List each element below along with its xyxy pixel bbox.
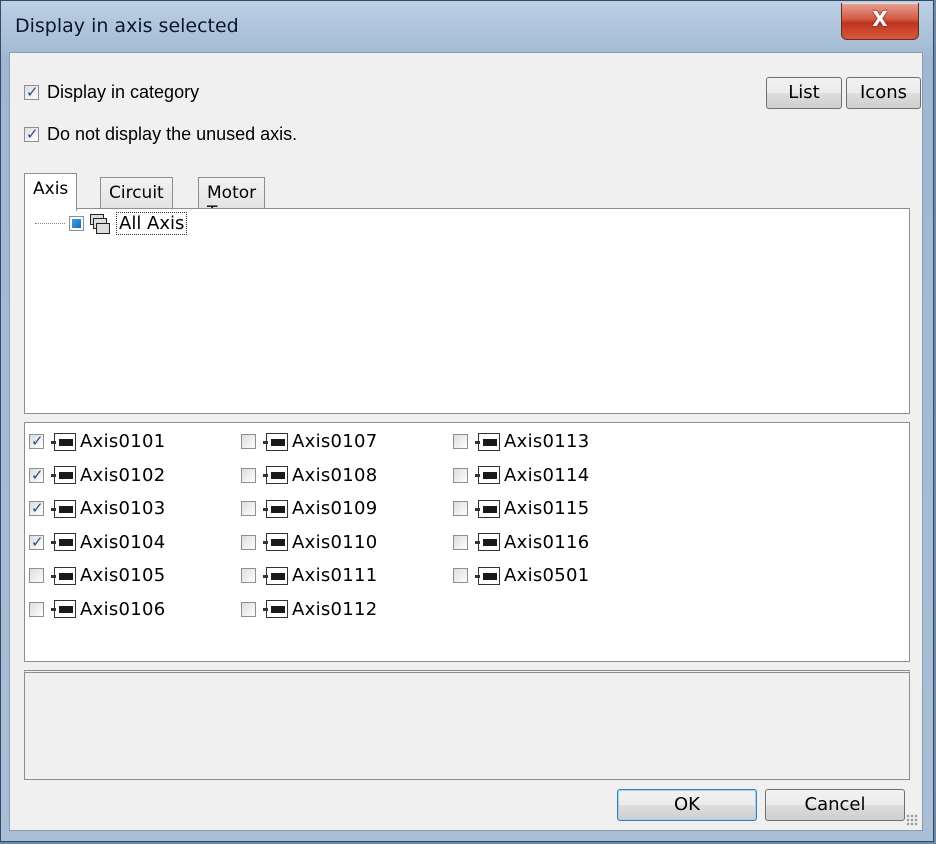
axis-item[interactable]: Axis0114 [453,465,590,486]
cancel-button[interactable]: Cancel [765,789,905,821]
axis-checkbox[interactable] [453,467,468,483]
axis-checkbox[interactable] [241,601,256,617]
axis-label: Axis0501 [504,565,590,586]
icons-view-button[interactable]: Icons [846,77,921,109]
title-bar[interactable]: Display in axis selected X [1,1,933,51]
motor-icon [51,432,76,451]
axis-label: Axis0105 [80,565,166,586]
axis-item[interactable]: Axis0103 [29,498,166,519]
axis-label: Axis0114 [504,464,590,486]
close-button[interactable]: X [841,3,919,40]
motor-icon [51,533,76,551]
axis-label: Axis0116 [504,531,590,553]
motor-icon [263,432,288,451]
display-in-category-option[interactable]: Display in category [24,82,199,103]
axis-checkbox[interactable] [241,568,256,583]
axis-checkbox[interactable] [453,501,468,516]
motor-icon [51,600,76,618]
detail-panel [24,670,910,780]
axis-label: Axis0104 [80,531,166,553]
axis-label: Axis0107 [292,431,378,452]
axis-checkbox[interactable] [453,434,468,449]
ok-button[interactable]: OK [617,789,757,821]
display-in-category-label: Display in category [47,82,200,102]
motor-icon [263,600,288,618]
axis-group-icon [90,213,110,234]
axis-label: Axis0115 [504,498,590,519]
tab-circuit[interactable]: Circuit [100,177,173,209]
resize-grip[interactable] [906,814,918,826]
display-in-category-checkbox[interactable] [24,83,39,101]
motor-icon [475,533,500,551]
axis-item[interactable]: Axis0107 [241,431,378,452]
axis-label: Axis0103 [80,498,166,519]
motor-icon [263,466,288,484]
axis-item[interactable]: Axis0111 [241,565,378,586]
axis-label: Axis0102 [80,464,166,486]
tree-connector [35,223,65,224]
motor-icon [475,432,500,451]
axis-checkbox[interactable] [241,534,256,550]
axis-item[interactable]: Axis0116 [453,532,590,553]
axis-item[interactable]: Axis0115 [453,498,590,519]
tree-node-all-axis[interactable]: All Axis [35,212,188,235]
axis-label: Axis0113 [504,431,590,452]
axis-checkbox[interactable] [29,432,44,450]
axis-tree[interactable]: All Axis [24,208,910,414]
axis-checkbox[interactable] [241,501,256,516]
close-icon: X [872,7,888,31]
hide-unused-axis-label: Do not display the unused axis. [47,124,298,144]
axis-checkbox[interactable] [29,466,44,484]
hide-unused-axis-checkbox[interactable] [24,125,39,143]
axis-item[interactable]: Axis0104 [29,532,166,553]
motor-icon [475,499,500,518]
axis-item[interactable]: Axis0113 [453,431,590,452]
axis-checkbox[interactable] [453,568,468,583]
axis-item[interactable]: Axis0101 [29,431,166,452]
axis-label: Axis0109 [292,498,378,519]
axis-checkbox[interactable] [29,499,44,517]
axis-item[interactable]: Axis0105 [29,565,166,586]
axis-checkbox[interactable] [453,534,468,550]
motor-icon [475,566,500,585]
axis-label: Axis0108 [292,464,378,486]
axis-item[interactable]: Axis0108 [241,465,378,486]
dialog-body: Display in category Do not display the u… [9,52,923,831]
axis-checklist: Axis0101 Axis0102 Axis0103 Axis0104 Axis0105… [24,422,910,662]
motor-icon [51,466,76,484]
axis-checkbox[interactable] [29,568,44,583]
axis-checkbox[interactable] [241,467,256,483]
window-title: Display in axis selected [15,15,239,37]
axis-label: Axis0110 [292,531,378,553]
axis-checkbox[interactable] [29,601,44,617]
motor-icon [475,466,500,484]
hide-unused-axis-option[interactable]: Do not display the unused axis. [24,124,297,145]
axis-item[interactable]: Axis0106 [29,599,166,620]
axis-item[interactable]: Axis0110 [241,532,378,553]
axis-item[interactable]: Axis0109 [241,498,378,519]
dialog-window: Display in axis selected X Display in ca… [0,0,934,842]
tree-node-label: All Axis [116,212,188,235]
tab-motor-type[interactable]: Motor Type [198,177,266,223]
axis-label: Axis0111 [292,565,378,586]
axis-item[interactable]: Axis0102 [29,465,166,486]
list-view-button[interactable]: List [766,77,842,109]
axis-item[interactable]: Axis0112 [241,599,378,620]
motor-icon [51,499,76,518]
axis-item[interactable]: Axis0501 [453,565,590,586]
tab-axis[interactable]: Axis [24,173,78,211]
axis-label: Axis0101 [80,431,166,452]
motor-icon [263,499,288,518]
motor-icon [263,533,288,551]
partial-check-icon[interactable] [69,216,84,231]
motor-icon [263,566,288,585]
axis-label: Axis0106 [80,598,166,620]
motor-icon [51,566,76,585]
axis-label: Axis0112 [292,598,378,620]
axis-checkbox[interactable] [29,533,44,551]
axis-checkbox[interactable] [241,434,256,449]
